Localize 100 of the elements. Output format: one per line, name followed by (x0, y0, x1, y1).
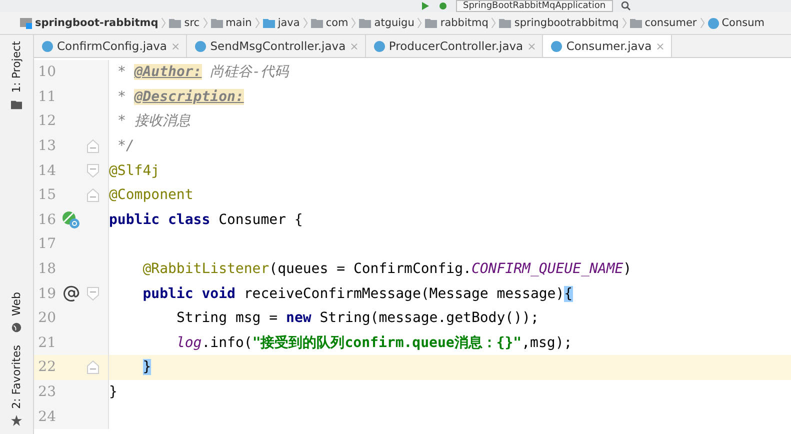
string-literal: "接受到的队列confirm.queue消息：{}" (252, 334, 522, 351)
code-comment: * (117, 64, 127, 80)
code-text: (queues = ConfirmConfig. (269, 261, 472, 278)
fold-marker-icon[interactable] (87, 164, 99, 178)
folder-icon (11, 98, 22, 110)
chevron-icon (700, 16, 705, 30)
line-number: 11 (37, 88, 56, 105)
line-number: 21 (37, 334, 56, 351)
chevron-icon (254, 16, 260, 30)
code-text: .info( (202, 334, 252, 351)
class-icon (551, 40, 562, 52)
code-text: String msg = (176, 310, 279, 326)
line-number: 24 (37, 408, 56, 425)
breadcrumb-label: Consum (722, 17, 764, 29)
folder-icon (262, 17, 275, 29)
star-icon (11, 415, 22, 426)
tab-label: Consumer.java (566, 39, 652, 53)
breadcrumb-label: rabbitmq (440, 17, 488, 29)
static-field-text: log (176, 334, 202, 351)
doc-tag: @Author: (134, 64, 202, 80)
keyword-text: new (286, 310, 312, 326)
folder-icon (359, 17, 372, 29)
class-icon (374, 40, 385, 52)
folder-icon (425, 17, 438, 29)
code-text: Consumer { (218, 212, 303, 228)
class-icon (708, 18, 719, 28)
breadcrumb-item[interactable]: atguigu (359, 17, 414, 29)
breadcrumb-label: java (278, 17, 300, 29)
search-icon[interactable] (620, 1, 631, 11)
editor-tab[interactable]: Consumer.java × (543, 35, 672, 57)
line-number: 12 (37, 113, 56, 130)
breadcrumb-item[interactable]: src (169, 17, 200, 29)
folder-icon (310, 17, 323, 29)
run-configuration-dropdown[interactable]: SpringBootRabbitMqApplication (456, 0, 613, 12)
line-number: 13 (37, 138, 56, 154)
chevron-icon (491, 16, 496, 30)
matched-brace: } (142, 359, 152, 376)
folder-icon (210, 17, 223, 29)
code-text: String(message.getBody()); (320, 310, 539, 326)
folder-icon (630, 17, 642, 29)
keyword-text: public class (109, 212, 212, 228)
breadcrumb-item[interactable]: main (210, 17, 252, 29)
chevron-icon (202, 16, 208, 30)
breadcrumb-label: com (326, 17, 348, 29)
fold-marker-icon[interactable] (87, 360, 99, 374)
chevron-icon (161, 16, 166, 30)
folder-icon (499, 17, 512, 29)
code-comment: */ (117, 138, 134, 154)
line-number: 19 (37, 286, 56, 302)
breadcrumb-item[interactable]: rabbitmq (425, 17, 488, 29)
annotation-text: @Slf4j (109, 162, 160, 179)
tab-label: ConfirmConfig.java (57, 39, 167, 53)
globe-icon (11, 322, 22, 334)
line-number: 17 (37, 236, 56, 252)
editor-tab[interactable]: SendMsgController.java × (187, 35, 366, 57)
line-number: 15 (37, 187, 56, 204)
breadcrumb-label: src (184, 17, 200, 29)
line-number: 22 (37, 359, 56, 376)
class-icon (42, 40, 53, 52)
breadcrumb-item[interactable]: java (262, 17, 300, 29)
breadcrumb-item[interactable]: Consum (708, 17, 764, 29)
breadcrumb-item[interactable]: consumer (630, 17, 697, 29)
tool-window-button[interactable]: Web (10, 292, 23, 334)
chevron-icon (302, 16, 308, 30)
breadcrumb-label: main (226, 17, 252, 29)
breadcrumb-label: consumer (644, 17, 697, 29)
line-number: 16 (37, 212, 56, 228)
code-text: } (109, 384, 118, 400)
chevron-icon (417, 16, 422, 30)
chevron-icon (622, 16, 627, 30)
fold-marker-icon[interactable] (87, 286, 99, 301)
keyword-text: public void (142, 286, 236, 302)
tab-label: SendMsgController.java (210, 39, 346, 53)
annotation-text: @Component (109, 187, 194, 204)
fold-marker-icon[interactable] (87, 139, 99, 154)
tab-label: ProducerController.java (388, 39, 524, 53)
annotation-text: @RabbitListener (142, 261, 270, 278)
line-number: 18 (37, 261, 56, 278)
matched-brace: { (564, 286, 573, 302)
line-number: 20 (37, 310, 56, 326)
code-text: ,msg); (522, 334, 572, 351)
code-comment: 尚硅谷-代码 (210, 64, 289, 80)
module-icon (20, 17, 32, 29)
static-field-text: CONFIRM_QUEUE_NAME (471, 261, 624, 278)
chevron-icon (351, 16, 356, 30)
tool-window-button[interactable]: 2: Favorites (10, 345, 23, 426)
code-comment: * 接收消息 (117, 113, 190, 130)
code-text: ) (623, 261, 632, 278)
fold-marker-icon[interactable] (87, 188, 99, 202)
line-number: 14 (37, 162, 56, 179)
at-sign-icon[interactable] (62, 285, 80, 302)
breadcrumb-item[interactable]: com (310, 17, 348, 29)
tool-window-button[interactable]: 1: Project (10, 41, 23, 110)
code-comment: * (117, 88, 127, 105)
class-icon (195, 40, 206, 52)
line-number: 23 (37, 384, 56, 400)
code-text: receiveConfirmMessage(Message message) (244, 286, 564, 302)
editor-tab[interactable]: ConfirmConfig.java × (34, 35, 188, 57)
doc-tag: @Description: (134, 88, 244, 105)
bean-icon[interactable] (62, 210, 80, 229)
